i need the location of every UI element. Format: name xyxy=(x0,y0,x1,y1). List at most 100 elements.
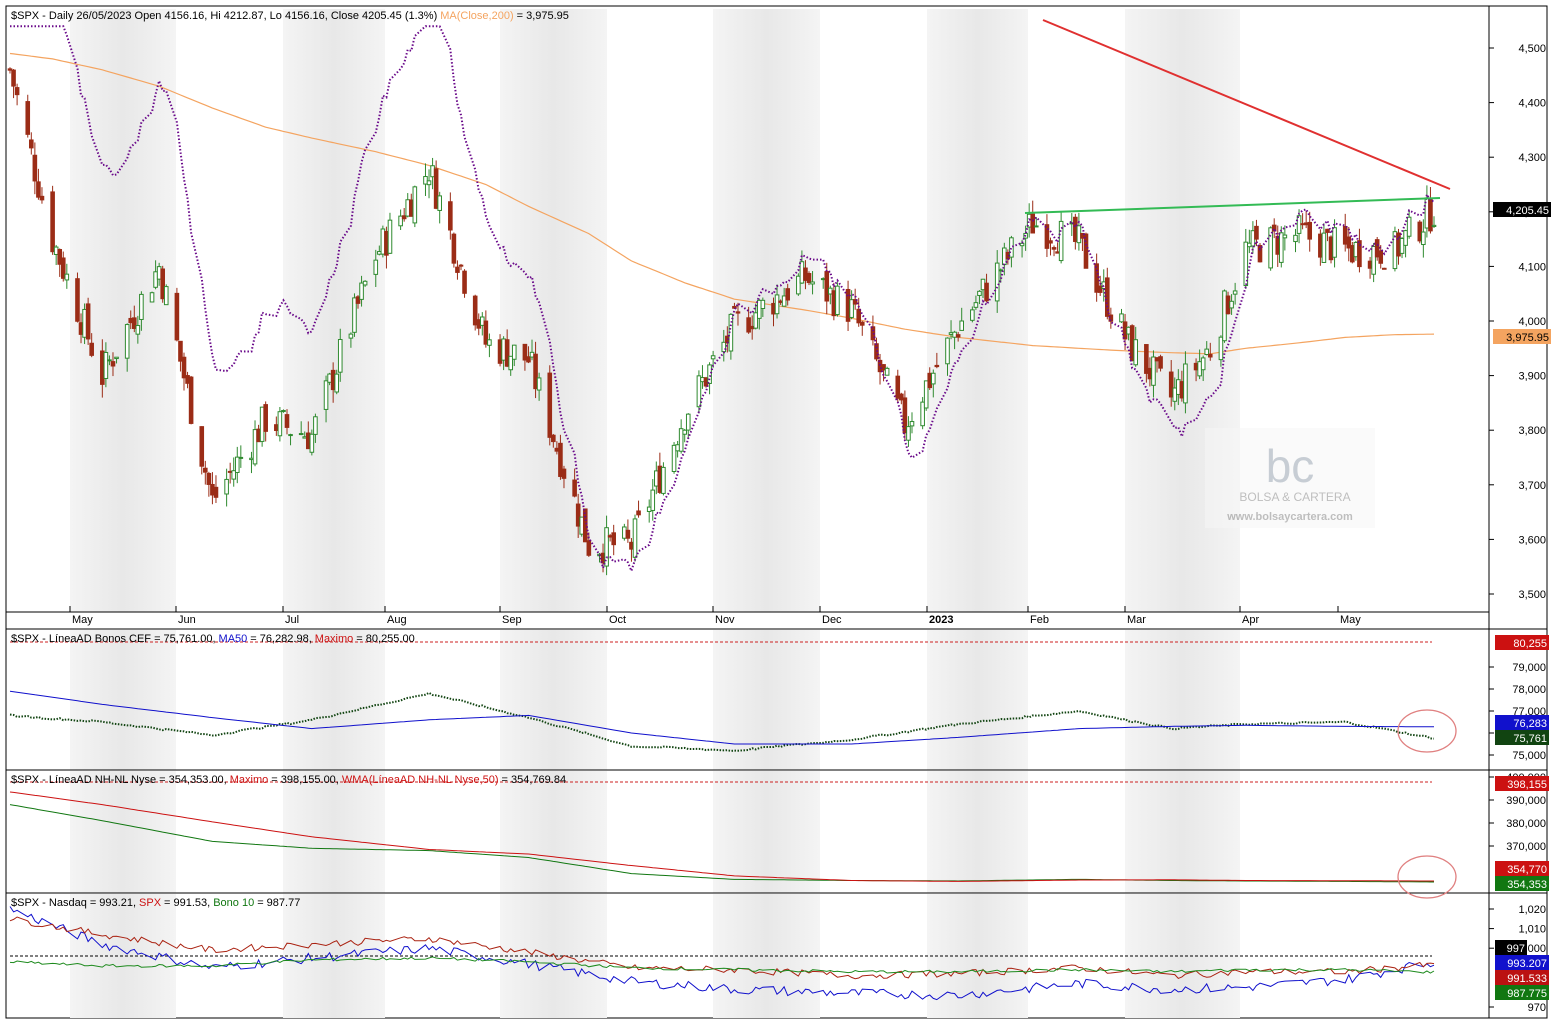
panel3-header-max-value: = 398,155.00, xyxy=(271,774,339,786)
watermark-brand: BOLSA & CARTERA xyxy=(1239,490,1350,504)
month-band xyxy=(927,9,1028,612)
month-band xyxy=(70,630,176,770)
p3-badge-max: 398,155 xyxy=(1507,779,1547,791)
panel3-header-max-label: Maximo xyxy=(230,774,269,786)
month-band xyxy=(713,630,820,770)
y-tick-label: 970 xyxy=(1528,1002,1546,1014)
panel4-header-spx-label: SPX xyxy=(139,897,162,909)
candle xyxy=(661,462,666,496)
y-tick-label: 1,010 xyxy=(1518,924,1546,936)
candle xyxy=(1279,226,1284,268)
x-label: Jul xyxy=(285,614,299,626)
p4-badge-bond: 987.775 xyxy=(1507,988,1547,1000)
x-label: Mar xyxy=(1127,614,1146,626)
x-label: Apr xyxy=(1242,614,1259,626)
panel3-header-main: $SPX - LíneaAD NH-NL Nyse = 354,353.00, xyxy=(11,774,227,786)
candle xyxy=(188,375,194,425)
y-tick-label: 390,000 xyxy=(1506,795,1546,807)
panel4-header-nasdaq-value: = 993.21, xyxy=(90,897,136,909)
candle xyxy=(462,269,467,298)
panel2-header-main: $SPX - LíneaAD Bonos CEF = 75,761.00, xyxy=(11,633,216,645)
x-label: 2023 xyxy=(929,614,953,626)
month-band xyxy=(927,771,1028,893)
x-label: May xyxy=(72,614,93,626)
y-tick-label: 78,000 xyxy=(1512,684,1546,696)
x-label: May xyxy=(1340,614,1361,626)
candle xyxy=(884,366,890,376)
y-tick-label: 79,000 xyxy=(1512,662,1546,674)
candle xyxy=(1381,267,1387,270)
panel2-header-max-label: Maximo xyxy=(315,633,354,645)
y-tick-label: 3,900 xyxy=(1518,371,1546,383)
y-tick-label: 75,000 xyxy=(1512,750,1546,762)
y-tick-label: 4,000 xyxy=(1518,316,1546,328)
candle xyxy=(835,282,840,317)
p4-badge-spx: 991.533 xyxy=(1507,973,1547,985)
panel2-header-ma-value: = 76,282.98, xyxy=(250,633,311,645)
y-tick-label: 4,300 xyxy=(1518,152,1546,164)
candle xyxy=(149,291,155,303)
panel1-header-main: $SPX - Daily 26/05/2023 Open 4156.16, Hi… xyxy=(11,10,437,22)
p3-badge-wma: 354,770 xyxy=(1507,864,1547,876)
panel4-header-bond-label: Bono 10 xyxy=(213,897,254,909)
month-band xyxy=(283,630,385,770)
month-band xyxy=(713,9,820,612)
candle xyxy=(547,365,553,446)
y-tick-label: 4,100 xyxy=(1518,261,1546,273)
y-tick-label: 370,000 xyxy=(1506,841,1546,853)
p4-badge-ref: 997 xyxy=(1507,943,1525,955)
x-label: Oct xyxy=(609,614,626,626)
watermark-logo: bc xyxy=(1266,440,1315,492)
month-band xyxy=(1125,771,1240,893)
p2-badge-line: 75,761 xyxy=(1513,733,1547,745)
candle xyxy=(174,287,180,342)
month-band xyxy=(500,630,607,770)
price-badge-text: 4,205.45 xyxy=(1506,205,1549,217)
month-band xyxy=(283,771,385,893)
panel1-header-ma-label: MA(Close,200) xyxy=(440,10,513,22)
candle xyxy=(451,232,457,268)
y-tick-label: 3,800 xyxy=(1518,425,1546,437)
x-label: Sep xyxy=(502,614,522,626)
x-label: Feb xyxy=(1030,614,1049,626)
panel3-header: $SPX - LíneaAD NH-NL Nyse = 354,353.00, M… xyxy=(11,774,566,786)
chart-stage: bc BOLSA & CARTERA www.bolsaycartera.com… xyxy=(0,0,1558,1024)
panel2-header-max-value: = 80,255.00 xyxy=(356,633,414,645)
panel1-header-ma-value: = 3,975.95 xyxy=(517,10,569,22)
panel4-header-main: $SPX - Nasdaq xyxy=(11,897,87,909)
month-band xyxy=(713,771,820,893)
y-tick-label: 3,700 xyxy=(1518,480,1546,492)
panel2-header-ma-label: MA50 xyxy=(219,633,248,645)
candle xyxy=(632,514,638,562)
watermark-url: www.bolsaycartera.com xyxy=(1226,511,1353,523)
month-band xyxy=(283,894,385,1018)
ma200-badge-text: 3,975.95 xyxy=(1506,332,1549,344)
chart-svg: bc BOLSA & CARTERA www.bolsaycartera.com… xyxy=(5,5,1551,1019)
price-badge: 4,205.45 xyxy=(1493,202,1551,217)
candle xyxy=(163,284,169,306)
p4-badge-nasdaq: 993.207 xyxy=(1507,958,1547,970)
month-band xyxy=(927,630,1028,770)
panel3-header-wma-label: WMA(LíneaAD NH-NL Nyse,50) xyxy=(342,774,499,786)
candle xyxy=(50,185,55,255)
y-tick-label: 1,020 xyxy=(1518,904,1546,916)
month-band xyxy=(283,9,385,612)
month-band xyxy=(500,771,607,893)
panel3-header-wma-value: = 354,769.84 xyxy=(502,774,567,786)
p3-badge-line: 354,353 xyxy=(1507,879,1547,891)
panel1-header: $SPX - Daily 26/05/2023 Open 4156.16, Hi… xyxy=(11,10,569,22)
panel4-header: $SPX - Nasdaq = 993.21, SPX = 991.53, Bono 1… xyxy=(11,897,300,909)
panel4-header-spx-value: = 991.53, xyxy=(164,897,210,909)
candle xyxy=(85,297,91,345)
p2-badge-ma: 76,283 xyxy=(1513,718,1547,730)
y-tick-label: 3,600 xyxy=(1518,534,1546,546)
x-label: Nov xyxy=(715,614,735,626)
candle xyxy=(412,185,418,228)
y-tick-label: 4,400 xyxy=(1518,98,1546,110)
ma200-badge: 3,975.95 xyxy=(1493,329,1551,344)
y-tick-label: 4,500 xyxy=(1518,43,1546,55)
p2-badge-max: 80,255 xyxy=(1513,638,1547,650)
x-label: Jun xyxy=(178,614,196,626)
candle xyxy=(75,272,80,323)
x-label: Dec xyxy=(822,614,842,626)
